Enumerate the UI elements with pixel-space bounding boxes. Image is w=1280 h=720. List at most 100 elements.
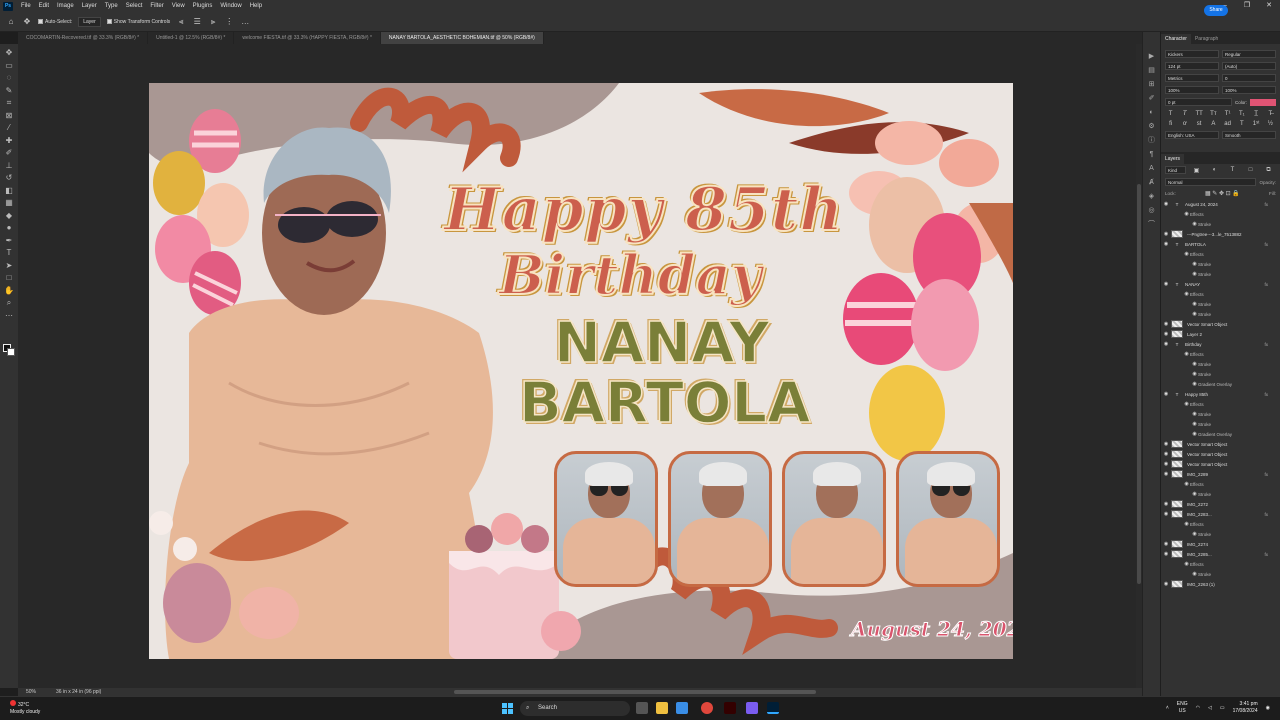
dodge-icon[interactable]: ● (3, 222, 15, 235)
path-select-icon[interactable]: ➤ (3, 260, 15, 273)
align-left-icon[interactable]: ⫷ (176, 17, 186, 27)
filter-shape-icon[interactable]: □ (1243, 167, 1258, 173)
tracking-field[interactable]: 0 (1222, 74, 1276, 82)
visibility-eye-icon[interactable]: ◉ (1183, 251, 1190, 257)
visibility-eye-icon[interactable]: ◉ (1191, 311, 1198, 317)
opentype-t-icon[interactable]: T (1236, 121, 1247, 127)
layer-effects-row[interactable]: ◉ Effects (1161, 399, 1280, 409)
faux-bold-icon[interactable]: T (1165, 111, 1176, 117)
visibility-eye-icon[interactable]: ◉ (1161, 581, 1171, 587)
move-tool-icon[interactable]: ✥ (22, 17, 32, 27)
opentype-a-icon[interactable]: A (1208, 121, 1219, 127)
visibility-eye-icon[interactable]: ◉ (1161, 241, 1171, 247)
layer-effects-row[interactable]: ◉ Effects (1161, 479, 1280, 489)
visibility-eye-icon[interactable]: ◉ (1183, 481, 1190, 487)
subscript-icon[interactable]: T₁ (1236, 111, 1247, 117)
lasso-icon[interactable]: ◌ (3, 72, 15, 85)
layer-effects-row[interactable]: ◉ Effects (1161, 349, 1280, 359)
kerning-field[interactable]: Metrics (1165, 74, 1219, 82)
visibility-eye-icon[interactable]: ◉ (1183, 401, 1190, 407)
lock-icons[interactable]: ▦ ✎ ✥ ⊡ 🔒 (1179, 190, 1266, 197)
visibility-eye-icon[interactable]: ◉ (1183, 521, 1190, 527)
close-icon[interactable]: ✕ (1258, 0, 1280, 12)
visibility-eye-icon[interactable]: ◉ (1191, 491, 1198, 497)
tab-untitled[interactable]: Untitled-1 @ 12.5% (RGB/8#) * (148, 32, 235, 44)
layer-row[interactable]: ◉ T August 24, 2024 fx (1161, 199, 1280, 209)
brush-settings-icon[interactable]: ✐ (1147, 92, 1157, 106)
layer-row[interactable]: ◉ T NANAY fx (1161, 279, 1280, 289)
baseline-shift-field[interactable]: 0 pt (1165, 98, 1232, 106)
layer-filter-kind[interactable]: Kind (1165, 166, 1186, 174)
visibility-eye-icon[interactable]: ◉ (1161, 321, 1171, 327)
visibility-eye-icon[interactable]: ◉ (1161, 341, 1171, 347)
antialias-select[interactable]: Smooth (1222, 131, 1276, 139)
filter-pixel-icon[interactable]: ▣ (1189, 167, 1204, 174)
brush-icon[interactable]: ✐ (3, 147, 15, 160)
visibility-eye-icon[interactable]: ◉ (1161, 331, 1171, 337)
quick-select-icon[interactable]: ✎ (3, 85, 15, 98)
visibility-eye-icon[interactable]: ◉ (1161, 461, 1171, 467)
menu-help[interactable]: Help (246, 3, 266, 9)
visibility-eye-icon[interactable]: ◉ (1183, 351, 1190, 357)
tab-nanay-bartola[interactable]: NANAY BARTOLA_AESTHETIC BOHEMIAN.tif @ 5… (380, 32, 544, 44)
layer-fx-icon[interactable]: fx (1264, 512, 1268, 517)
background-color-swatch[interactable] (7, 348, 15, 356)
chrome-icon[interactable] (701, 702, 713, 714)
visibility-eye-icon[interactable]: ◉ (1191, 421, 1198, 427)
weather-widget[interactable]: 32°C Mostly cloudy (10, 700, 40, 716)
show-transform-checkbox[interactable]: Show Transform Controls (106, 19, 170, 25)
visibility-eye-icon[interactable]: ◉ (1161, 231, 1171, 237)
document-canvas[interactable]: Happy 85th Birthday NANAY BARTOLA August… (149, 83, 1013, 659)
paths-icon[interactable]: ⌒ (1147, 218, 1157, 232)
distribute-icon[interactable]: ⋮ (224, 17, 234, 27)
tab-layers[interactable]: Layers (1161, 154, 1185, 164)
horizontal-scale-field[interactable]: 100% (1222, 86, 1276, 94)
visibility-eye-icon[interactable]: ◉ (1161, 281, 1171, 287)
layer-row[interactable]: ◉ Vector Smart Object (1161, 459, 1280, 469)
volume-icon[interactable]: ◁ (1208, 705, 1212, 711)
all-caps-icon[interactable]: TT (1194, 111, 1205, 117)
layer-fx-icon[interactable]: fx (1264, 392, 1268, 397)
layer-effects-row[interactable]: ◉ Effects (1161, 519, 1280, 529)
superscript-icon[interactable]: T¹ (1222, 111, 1233, 117)
visibility-eye-icon[interactable]: ◉ (1191, 411, 1198, 417)
layer-effects-row[interactable]: ◉ Effects (1161, 289, 1280, 299)
pen-icon[interactable]: ✒ (3, 235, 15, 248)
type-icon[interactable]: T (3, 247, 15, 260)
wifi-icon[interactable]: ◠ (1196, 705, 1200, 711)
layer-row[interactable]: ◉ IMG_2283... fx (1161, 509, 1280, 519)
menu-select[interactable]: Select (122, 3, 147, 9)
visibility-eye-icon[interactable]: ◉ (1191, 381, 1198, 387)
eraser-icon[interactable]: ◧ (3, 185, 15, 198)
visibility-eye-icon[interactable]: ◉ (1191, 261, 1198, 267)
marquee-icon[interactable]: ▭ (3, 60, 15, 73)
visibility-eye-icon[interactable]: ◉ (1161, 541, 1171, 547)
layer-fx-icon[interactable]: fx (1264, 202, 1268, 207)
layer-effect-row[interactable]: ◉ Stroke (1161, 309, 1280, 319)
layer-row[interactable]: ◉ IMG_2285... fx (1161, 549, 1280, 559)
file-explorer-icon[interactable] (656, 702, 668, 714)
tab-welcome-fiesta[interactable]: welcome FIESTA.tif @ 33.3% (HAPPY FIESTA… (234, 32, 381, 44)
auto-select-target-dropdown[interactable]: Layer (78, 16, 101, 27)
vertical-scale-field[interactable]: 100% (1165, 86, 1219, 94)
visibility-eye-icon[interactable]: ◉ (1183, 561, 1190, 567)
glyphs-icon[interactable]: Ⱥ (1147, 176, 1157, 190)
opentype-ad-icon[interactable]: ad (1222, 121, 1233, 127)
layer-row[interactable]: ◉ IMG_2272 (1161, 499, 1280, 509)
more-tools-icon[interactable]: ⋯ (3, 310, 15, 323)
history-icon[interactable]: ▤ (1147, 64, 1157, 78)
visibility-eye-icon[interactable]: ◉ (1161, 391, 1171, 397)
visibility-eye-icon[interactable]: ◉ (1191, 431, 1198, 437)
visibility-eye-icon[interactable]: ◉ (1161, 551, 1171, 557)
layer-fx-icon[interactable]: fx (1264, 472, 1268, 477)
layer-effect-row[interactable]: ◉ Stroke (1161, 299, 1280, 309)
font-style-select[interactable]: Regular (1222, 50, 1276, 58)
visibility-eye-icon[interactable]: ◉ (1161, 471, 1171, 477)
filter-smart-icon[interactable]: ⧉ (1261, 167, 1276, 174)
layer-row[interactable]: ◉ Layer 2 (1161, 329, 1280, 339)
strikethrough-icon[interactable]: T̶ (1265, 111, 1276, 117)
visibility-eye-icon[interactable]: ◉ (1191, 221, 1198, 227)
layer-row[interactable]: ◉ IMG_2289 fx (1161, 469, 1280, 479)
layer-effect-row[interactable]: ◉ Stroke (1161, 409, 1280, 419)
align-center-icon[interactable]: ☰ (192, 17, 202, 27)
